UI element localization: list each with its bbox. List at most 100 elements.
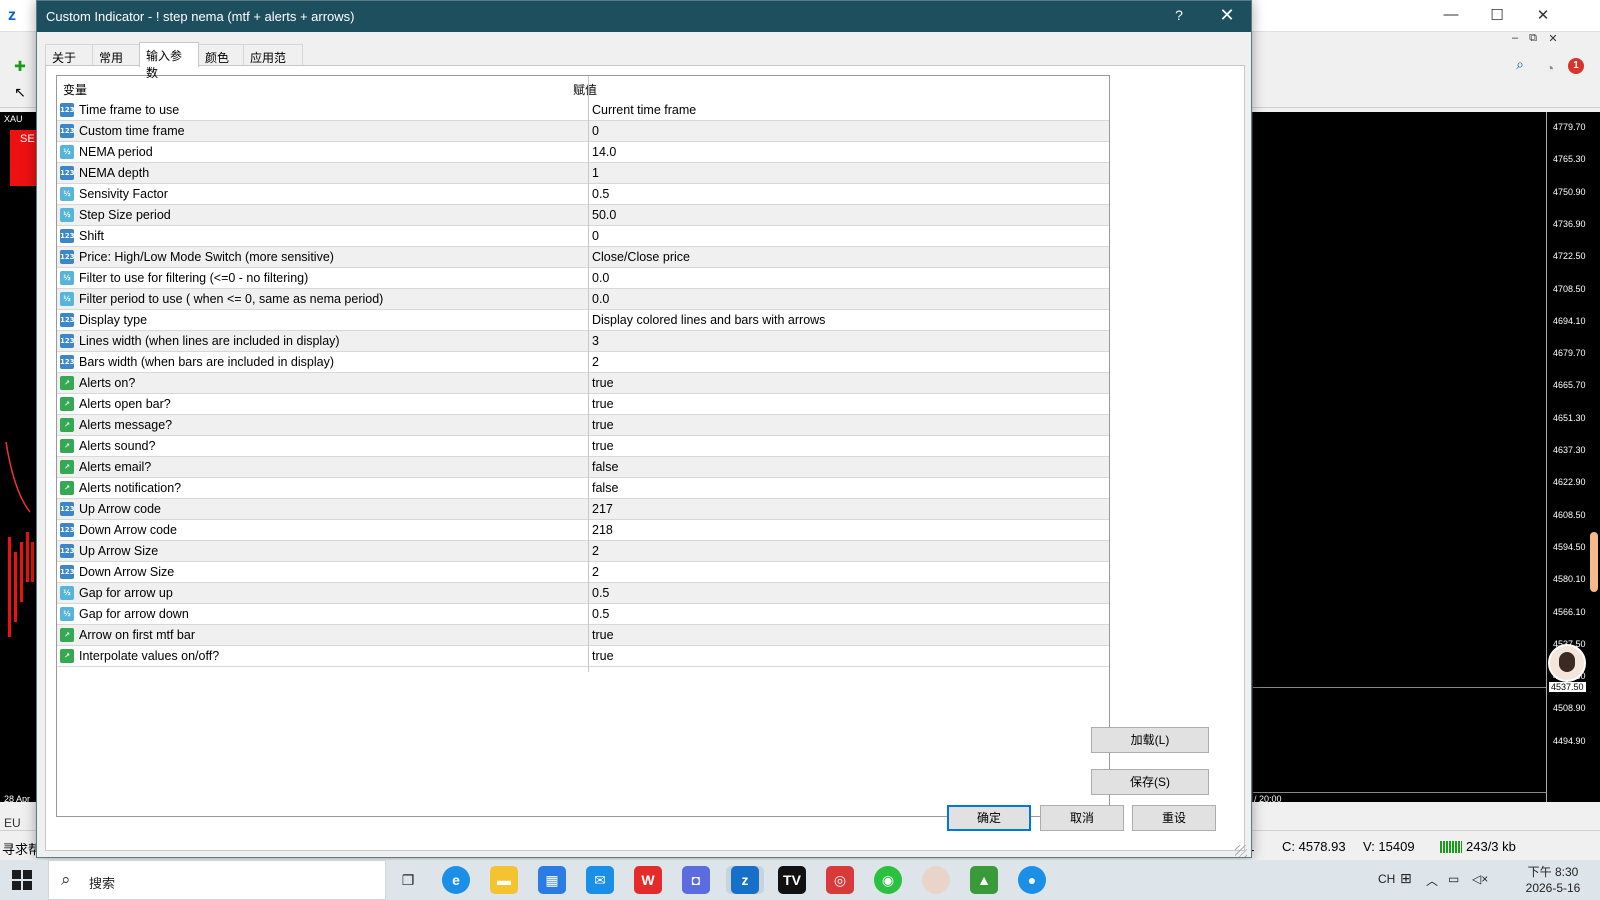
table-row[interactable]: ↗ Interpolate values on/off? true [57, 646, 1109, 667]
wechat-icon[interactable]: ◉ [874, 866, 902, 894]
parameter-value[interactable]: 14.0 [592, 145, 616, 159]
parameter-value[interactable]: true [592, 418, 614, 432]
parameter-value[interactable]: Current time frame [592, 103, 696, 117]
table-row[interactable]: ↗ Alerts open bar? true [57, 394, 1109, 415]
keyboard-icon[interactable]: ⊞ [1400, 870, 1412, 887]
taskbar-search[interactable]: ⌕ 搜索 [48, 860, 386, 900]
table-row[interactable]: ↗ Arrow on first mtf bar true [57, 625, 1109, 646]
load-button[interactable]: 加载(L) [1091, 727, 1209, 753]
table-row[interactable]: 123 Bars width (when bars are included in… [57, 352, 1109, 373]
parameter-value[interactable]: false [592, 481, 618, 495]
table-row[interactable]: 123 Down Arrow code 218 [57, 520, 1109, 541]
search-icon[interactable]: ⌕ [1510, 56, 1530, 76]
file-explorer-icon[interactable]: ▬ [490, 866, 518, 894]
parameter-value[interactable]: true [592, 397, 614, 411]
save-button[interactable]: 保存(S) [1091, 769, 1209, 795]
table-row[interactable]: 123 Custom time frame 0 [57, 121, 1109, 142]
new-order-icon[interactable]: ✚ [10, 58, 30, 78]
column-header-variable[interactable]: 变量 [63, 81, 87, 98]
parameter-value[interactable]: 0.0 [592, 271, 609, 285]
edge-icon[interactable]: e [442, 866, 470, 894]
parameter-value[interactable]: 2 [592, 544, 599, 558]
parameter-value[interactable]: 0.0 [592, 292, 609, 306]
metatrader-icon[interactable]: ▲ [970, 866, 998, 894]
mt4-taskbar-icon[interactable]: z [731, 866, 759, 894]
parameter-value[interactable]: 0.5 [592, 187, 609, 201]
resize-grip-icon[interactable] [1235, 845, 1247, 857]
tab-inputs[interactable]: 输入参数 [139, 42, 199, 80]
table-row[interactable]: ½ NEMA period 14.0 [57, 142, 1109, 163]
parameter-value[interactable]: true [592, 628, 614, 642]
app-bag-icon[interactable]: ◘ [682, 866, 710, 894]
tab-colors[interactable]: 颜色 [198, 44, 244, 66]
table-row[interactable]: ½ Gap for arrow down 0.5 [57, 604, 1109, 625]
reset-button[interactable]: 重设 [1132, 805, 1216, 831]
parameter-value[interactable]: 0.5 [592, 607, 609, 621]
start-button[interactable] [12, 870, 32, 890]
side-tab[interactable]: EU [4, 816, 21, 830]
mail-icon[interactable]: ✉ [586, 866, 614, 894]
tradingview-icon[interactable]: TV [778, 866, 806, 894]
table-row[interactable]: 123 Time frame to use Current time frame [57, 100, 1109, 121]
table-row[interactable]: 123 Price: High/Low Mode Switch (more sen… [57, 247, 1109, 268]
table-row[interactable]: ½ Step Size period 50.0 [57, 205, 1109, 226]
parameter-value[interactable]: 2 [592, 355, 599, 369]
table-row[interactable]: ↗ Alerts email? false [57, 457, 1109, 478]
taskbar-clock[interactable]: 下午 8:30 2026-5-16 [1508, 864, 1598, 896]
wps-icon[interactable]: W [634, 866, 662, 894]
cancel-button[interactable]: 取消 [1040, 805, 1124, 831]
table-row[interactable]: 123 Shift 0 [57, 226, 1109, 247]
parameter-value[interactable]: 0 [592, 229, 599, 243]
notification-badge[interactable]: 1 [1568, 58, 1584, 74]
table-row[interactable]: ↗ Alerts sound? true [57, 436, 1109, 457]
parameter-value[interactable]: true [592, 439, 614, 453]
parameter-value[interactable]: true [592, 376, 614, 390]
minimize-button[interactable]: — [1436, 6, 1466, 26]
chat-icon[interactable]: ◔ [1540, 60, 1560, 80]
table-row[interactable]: 123 NEMA depth 1 [57, 163, 1109, 184]
parameter-value[interactable]: 2 [592, 565, 599, 579]
table-row[interactable]: 123 Down Arrow Size 2 [57, 562, 1109, 583]
dialog-titlebar[interactable]: Custom Indicator - ! step nema (mtf + al… [37, 1, 1251, 32]
task-view-icon[interactable]: ❐ [394, 866, 422, 894]
app-red-icon[interactable]: ◎ [826, 866, 854, 894]
volume-icon[interactable]: ◁× [1472, 872, 1488, 886]
network-icon[interactable]: ▭ [1448, 872, 1459, 886]
parameter-value[interactable]: 0.5 [592, 586, 609, 600]
column-divider[interactable] [588, 76, 589, 672]
app-circle-icon[interactable]: ● [1018, 866, 1046, 894]
table-row[interactable]: ↗ Alerts notification? false [57, 478, 1109, 499]
parameter-value[interactable]: true [592, 649, 614, 663]
ime-indicator[interactable]: CH [1378, 872, 1395, 886]
table-row[interactable]: 123 Up Arrow Size 2 [57, 541, 1109, 562]
column-header-value[interactable]: 赋值 [573, 81, 597, 98]
help-button[interactable]: ? [1167, 7, 1191, 27]
parameter-value[interactable]: 3 [592, 334, 599, 348]
tray-chevron-icon[interactable]: ︿ [1426, 872, 1438, 889]
table-row[interactable]: ↗ Alerts on? true [57, 373, 1109, 394]
parameter-value[interactable]: 218 [592, 523, 613, 537]
parameter-value[interactable]: 1 [592, 166, 599, 180]
store-icon[interactable]: ▦ [538, 866, 566, 894]
table-row[interactable]: 123 Display type Display colored lines and… [57, 310, 1109, 331]
parameter-value[interactable]: Close/Close price [592, 250, 690, 264]
parameter-value[interactable]: Display colored lines and bars with arro… [592, 313, 825, 327]
ok-button[interactable]: 确定 [947, 805, 1031, 831]
table-row[interactable]: ½ Gap for arrow up 0.5 [57, 583, 1109, 604]
chart-scroll-handle[interactable] [1590, 532, 1598, 592]
tab-visualization[interactable]: 应用范围 [243, 44, 303, 82]
table-row[interactable]: 123 Lines width (when lines are included … [57, 331, 1109, 352]
maximize-button[interactable]: ☐ [1482, 6, 1512, 26]
parameter-value[interactable]: false [592, 460, 618, 474]
table-row[interactable]: ½ Sensivity Factor 0.5 [57, 184, 1109, 205]
assistant-avatar[interactable] [1548, 644, 1586, 682]
table-row[interactable]: ½ Filter to use for filtering (<=0 - no f… [57, 268, 1109, 289]
tab-about[interactable]: 关于 [45, 44, 93, 66]
parameter-value[interactable]: 0 [592, 124, 599, 138]
table-row[interactable]: 123 Up Arrow code 217 [57, 499, 1109, 520]
table-row[interactable]: ↗ Alerts message? true [57, 415, 1109, 436]
cursor-icon[interactable]: ↖ [10, 84, 30, 104]
tab-common[interactable]: 常用 [92, 44, 140, 66]
avatar-app-icon[interactable] [922, 866, 950, 894]
parameter-value[interactable]: 217 [592, 502, 613, 516]
